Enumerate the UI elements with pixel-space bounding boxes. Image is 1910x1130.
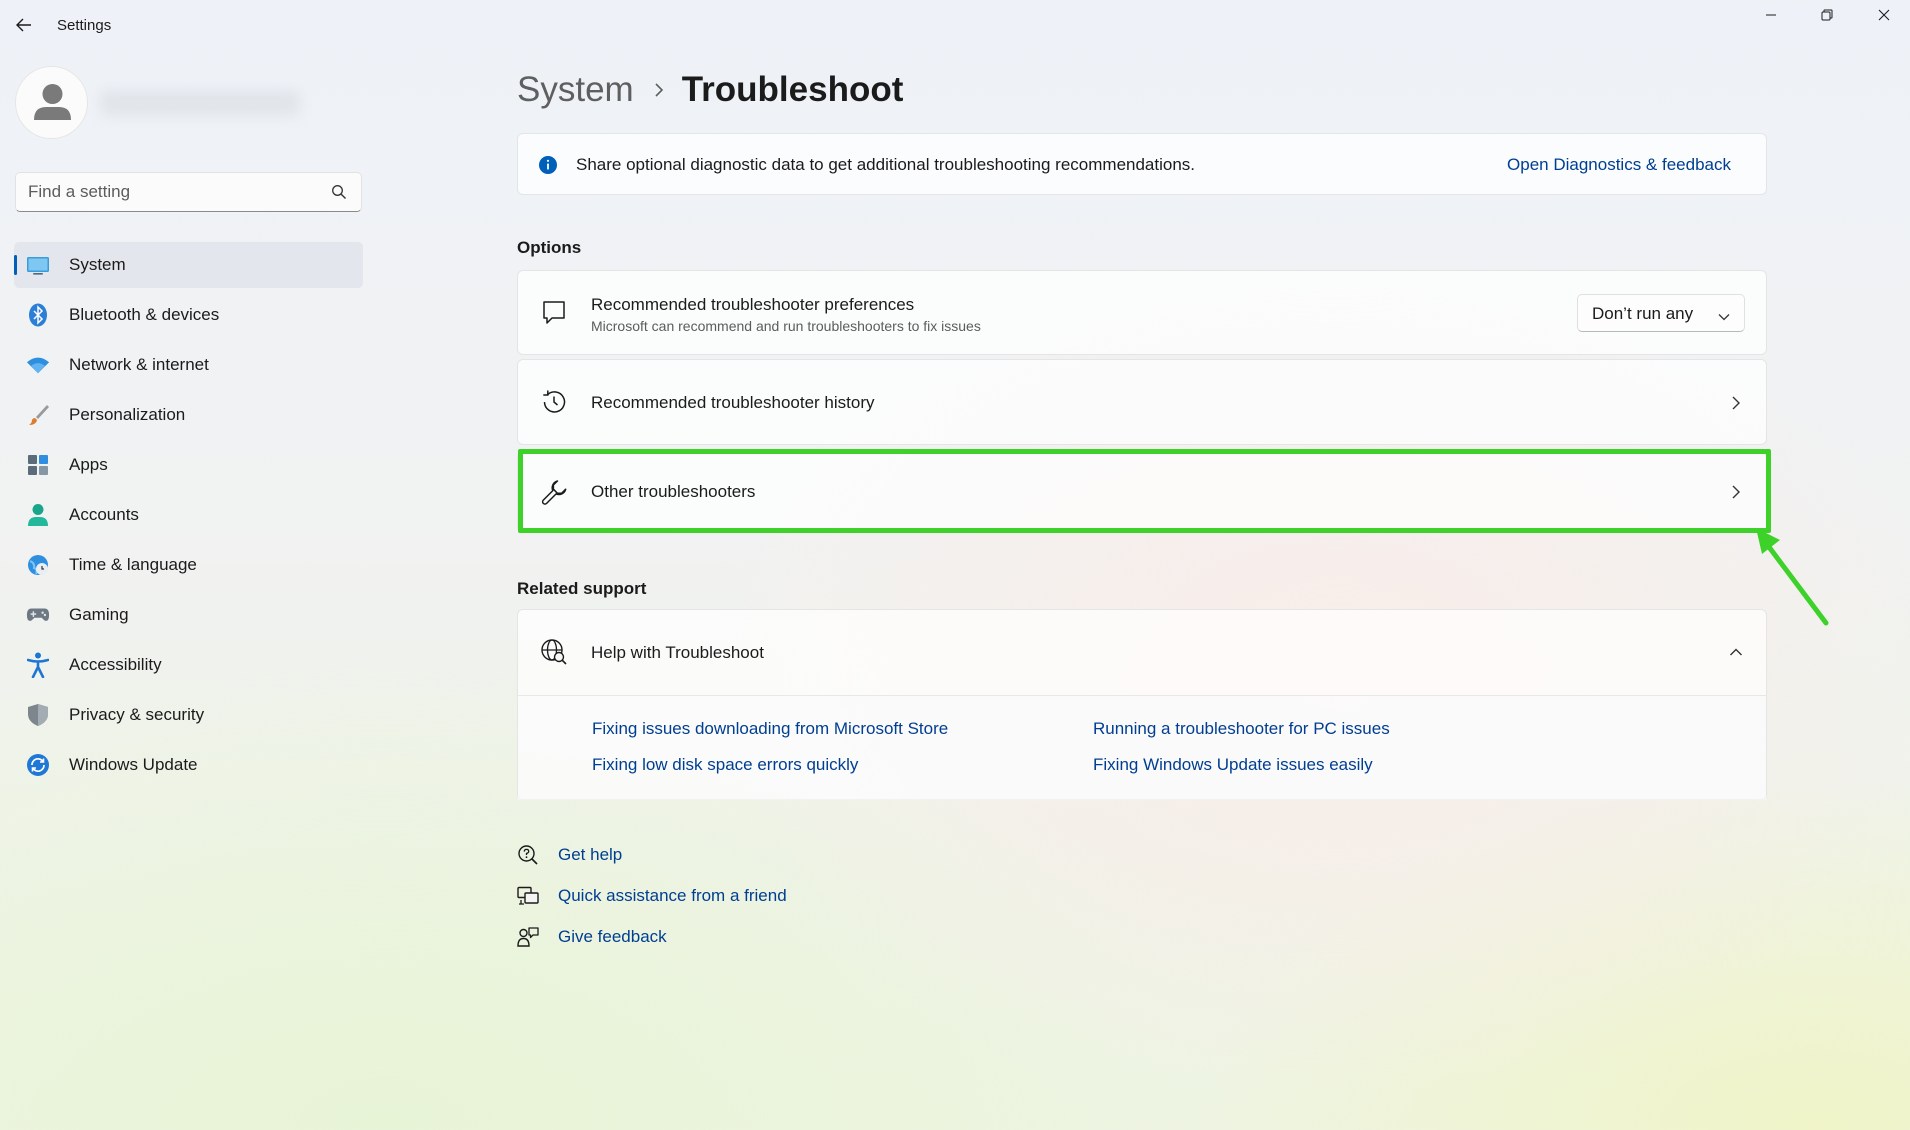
- sidebar-nav: System Bluetooth & devices Network & int…: [14, 242, 363, 792]
- sidebar-item-privacy[interactable]: Privacy & security: [14, 692, 363, 738]
- support-link-label: Give feedback: [558, 927, 667, 946]
- row-title: Other troubleshooters: [591, 482, 756, 501]
- diagnostics-info-bar: Share optional diagnostic data to get ad…: [517, 133, 1767, 195]
- troubleshooter-preferences-row: Recommended troubleshooter preferences M…: [517, 270, 1767, 355]
- chevron-right-icon: [654, 82, 664, 98]
- sidebar-item-label: Bluetooth & devices: [69, 305, 220, 324]
- globe-search-icon: [540, 638, 568, 666]
- wrench-icon: [540, 478, 568, 506]
- search-field[interactable]: [15, 172, 362, 212]
- row-title: Recommended troubleshooter preferences: [591, 295, 915, 314]
- help-with-troubleshoot-panel: Help with Troubleshoot Fixing issues dow…: [517, 609, 1767, 800]
- quick-assist-link[interactable]: Quick assistance from a friend: [517, 881, 787, 911]
- info-icon: [538, 155, 558, 180]
- sidebar-item-label: Accounts: [69, 505, 139, 524]
- help-links-list: Fixing issues downloading from Microsoft…: [518, 696, 1766, 800]
- sidebar-item-label: Accessibility: [69, 655, 162, 674]
- person-icon: [26, 503, 50, 527]
- arrow-left-icon: [16, 18, 31, 32]
- get-help-link[interactable]: Get help: [517, 840, 622, 870]
- sidebar-item-personalization[interactable]: Personalization: [14, 392, 363, 438]
- bluetooth-icon: [26, 303, 50, 327]
- globe-clock-icon: [26, 553, 50, 577]
- sidebar-item-apps[interactable]: Apps: [14, 442, 363, 488]
- page-title: Troubleshoot: [681, 70, 904, 109]
- chat-bubble-icon: [540, 299, 568, 327]
- apps-icon: [26, 453, 50, 477]
- sidebar-item-accessibility[interactable]: Accessibility: [14, 642, 363, 688]
- other-troubleshooters-row[interactable]: Other troubleshooters: [517, 451, 1767, 533]
- chevron-up-icon[interactable]: [1728, 644, 1744, 660]
- search-icon[interactable]: [331, 184, 347, 205]
- help-panel-title: Help with Troubleshoot: [591, 643, 764, 662]
- title-bar: Settings: [0, 0, 1910, 50]
- sidebar-item-network[interactable]: Network & internet: [14, 342, 363, 388]
- open-diagnostics-link[interactable]: Open Diagnostics & feedback: [1507, 155, 1731, 175]
- info-text: Share optional diagnostic data to get ad…: [576, 155, 1196, 174]
- help-link-low-disk-space[interactable]: Fixing low disk space errors quickly: [592, 755, 858, 775]
- search-input[interactable]: [28, 173, 328, 211]
- person-placeholder-icon: [34, 84, 71, 120]
- close-button[interactable]: [1856, 0, 1910, 30]
- row-title: Recommended troubleshooter history: [591, 393, 875, 412]
- troubleshooter-preference-dropdown[interactable]: Don’t run any: [1577, 294, 1745, 332]
- options-heading: Options: [517, 238, 582, 257]
- sidebar-item-label: Network & internet: [69, 355, 209, 374]
- user-name-redacted: [100, 90, 300, 116]
- help-link-windows-update[interactable]: Fixing Windows Update issues easily: [1093, 755, 1373, 775]
- sidebar-item-label: Windows Update: [69, 755, 198, 774]
- chevron-down-icon: [1718, 308, 1730, 326]
- wifi-icon: [26, 353, 50, 377]
- monitor-icon: [26, 253, 50, 277]
- sidebar-item-windows-update[interactable]: Windows Update: [14, 742, 363, 788]
- sidebar-item-bluetooth[interactable]: Bluetooth & devices: [14, 292, 363, 338]
- sidebar-item-time-language[interactable]: Time & language: [14, 542, 363, 588]
- back-button[interactable]: [10, 13, 38, 37]
- sidebar-item-system[interactable]: System: [14, 242, 363, 288]
- app-title: Settings: [57, 17, 112, 34]
- accessibility-icon: [26, 652, 50, 678]
- give-feedback-link[interactable]: Give feedback: [517, 922, 667, 952]
- chevron-right-icon: [1728, 484, 1744, 500]
- sidebar-item-label: Apps: [69, 455, 108, 474]
- troubleshooter-history-row[interactable]: Recommended troubleshooter history: [517, 359, 1767, 445]
- support-link-label: Get help: [558, 845, 623, 864]
- feedback-icon: [517, 926, 539, 948]
- brush-icon: [26, 403, 50, 427]
- help-link-pc-issues[interactable]: Running a troubleshooter for PC issues: [1093, 719, 1390, 739]
- quick-assist-icon: [517, 885, 539, 907]
- chevron-right-icon: [1728, 395, 1744, 411]
- breadcrumb-parent[interactable]: System: [517, 70, 634, 110]
- help-link-microsoft-store[interactable]: Fixing issues downloading from Microsoft…: [592, 719, 948, 739]
- help-chat-icon: [517, 844, 539, 866]
- row-subtitle: Microsoft can recommend and run troubles…: [591, 318, 981, 334]
- minimize-button[interactable]: [1743, 0, 1799, 30]
- restore-button[interactable]: [1799, 0, 1855, 30]
- related-support-heading: Related support: [517, 579, 647, 598]
- avatar[interactable]: [15, 66, 88, 139]
- sidebar-item-accounts[interactable]: Accounts: [14, 492, 363, 538]
- dropdown-selected-value: Don’t run any: [1592, 304, 1694, 323]
- gamepad-icon: [26, 603, 50, 627]
- close-icon: [1878, 9, 1890, 21]
- restore-icon: [1821, 9, 1833, 21]
- shield-icon: [26, 703, 50, 727]
- minimize-icon: [1766, 14, 1776, 16]
- sidebar-item-label: Time & language: [69, 555, 197, 574]
- sidebar-item-label: Privacy & security: [69, 705, 205, 724]
- sidebar-item-label: Personalization: [69, 405, 186, 424]
- sidebar-item-label: Gaming: [69, 605, 129, 624]
- update-icon: [26, 753, 50, 777]
- sidebar-item-label: System: [69, 255, 126, 274]
- support-link-label: Quick assistance from a friend: [558, 886, 787, 905]
- history-icon: [540, 388, 568, 416]
- sidebar-item-gaming[interactable]: Gaming: [14, 592, 363, 638]
- breadcrumb: System Troubleshoot: [517, 66, 903, 114]
- help-panel-header[interactable]: Help with Troubleshoot: [518, 610, 1766, 695]
